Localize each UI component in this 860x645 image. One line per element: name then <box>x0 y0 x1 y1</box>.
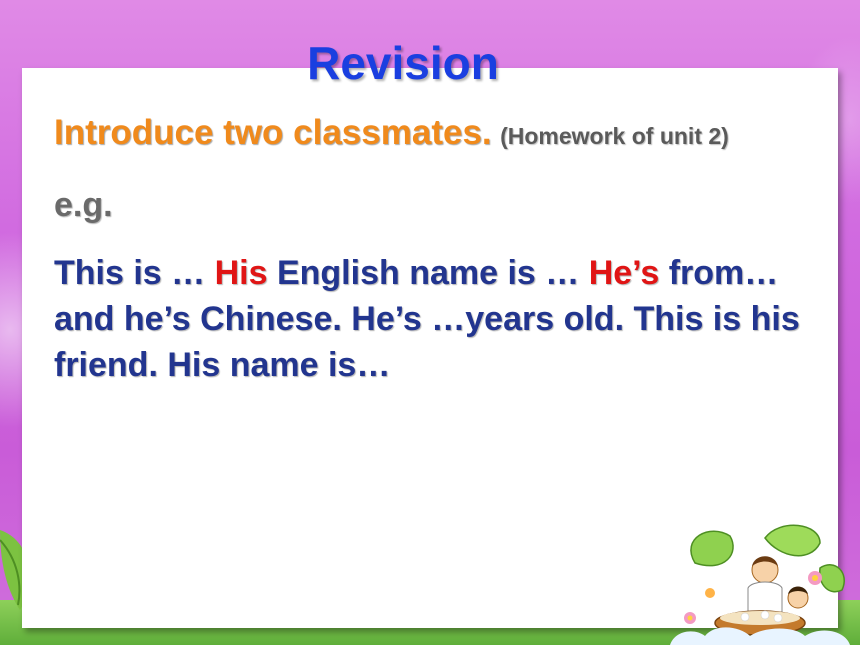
heading-note: (Homework of unit 2) <box>500 123 729 149</box>
slide-heading: Introduce two classmates. (Homework of u… <box>54 113 729 153</box>
slide-title: Revision <box>307 37 499 89</box>
highlight-his: His <box>214 254 268 292</box>
example-paragraph: This is … His English name is … He’s fro… <box>54 250 814 388</box>
highlight-hes: He’s <box>588 254 660 292</box>
heading-text: Introduce two classmates. <box>54 113 492 152</box>
children-cooking-clipart <box>670 524 850 645</box>
body-part-2: English name is … <box>267 254 589 292</box>
example-label: e.g. <box>54 186 113 224</box>
body-part-1: This is … <box>54 254 215 292</box>
